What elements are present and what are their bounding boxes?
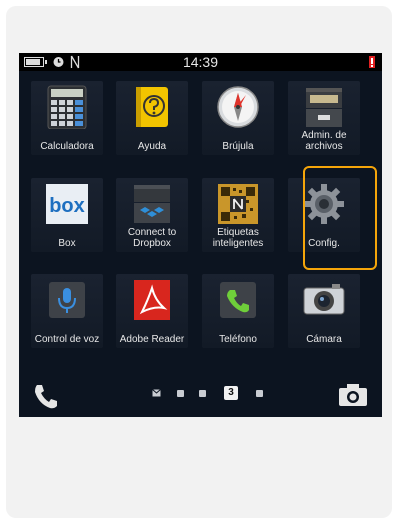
app-label: Brújula bbox=[222, 141, 254, 152]
app-label: Etiquetas inteligentes bbox=[212, 227, 264, 249]
file-manager-icon bbox=[306, 88, 342, 127]
app-label: Admin. de archivos bbox=[301, 130, 347, 152]
dropbox-icon bbox=[134, 185, 170, 223]
compass-icon bbox=[217, 86, 259, 128]
app-smart-tags[interactable]: Etiquetas inteligentes bbox=[202, 178, 274, 252]
bottom-bar bbox=[19, 374, 382, 417]
help-icon bbox=[136, 87, 168, 127]
clock-time: 14:39 bbox=[182, 54, 219, 70]
app-voice-control[interactable]: Control de voz bbox=[31, 274, 103, 348]
notification-icon[interactable] bbox=[367, 55, 379, 69]
phone-icon bbox=[220, 282, 256, 318]
calculator-icon bbox=[47, 85, 87, 129]
app-label: Box bbox=[58, 238, 76, 249]
camera-shortcut-icon[interactable] bbox=[337, 382, 369, 408]
app-label: Calculadora bbox=[40, 141, 94, 152]
app-camera[interactable]: Cámara bbox=[288, 274, 360, 348]
phone-shortcut-icon[interactable] bbox=[33, 382, 63, 410]
app-label: Connect to Dropbox bbox=[127, 227, 177, 249]
box-logo-text: box bbox=[49, 195, 85, 217]
app-label: Adobe Reader bbox=[119, 334, 185, 345]
adobe-reader-icon bbox=[134, 280, 170, 320]
app-box[interactable]: box Box bbox=[31, 178, 103, 252]
voice-control-icon bbox=[49, 282, 85, 318]
app-label: Cámara bbox=[306, 334, 342, 345]
app-label: Ayuda bbox=[137, 141, 167, 152]
settings-highlight-frame bbox=[303, 166, 377, 270]
app-compass[interactable]: Brújula bbox=[202, 81, 274, 155]
app-dropbox[interactable]: Connect to Dropbox bbox=[116, 178, 188, 252]
smart-tags-icon bbox=[218, 184, 258, 224]
app-file-manager[interactable]: Admin. de archivos bbox=[288, 81, 360, 155]
app-adobe-reader[interactable]: Adobe Reader bbox=[116, 274, 188, 348]
app-phone[interactable]: Teléfono bbox=[202, 274, 274, 348]
box-icon: box bbox=[46, 184, 88, 224]
camera-icon bbox=[303, 284, 345, 315]
app-label: Teléfono bbox=[219, 334, 257, 345]
app-calculator[interactable]: Calculadora bbox=[31, 81, 103, 155]
app-help[interactable]: Ayuda bbox=[116, 81, 188, 155]
status-bar: 14:39 bbox=[19, 53, 382, 71]
app-label: Control de voz bbox=[34, 334, 100, 345]
